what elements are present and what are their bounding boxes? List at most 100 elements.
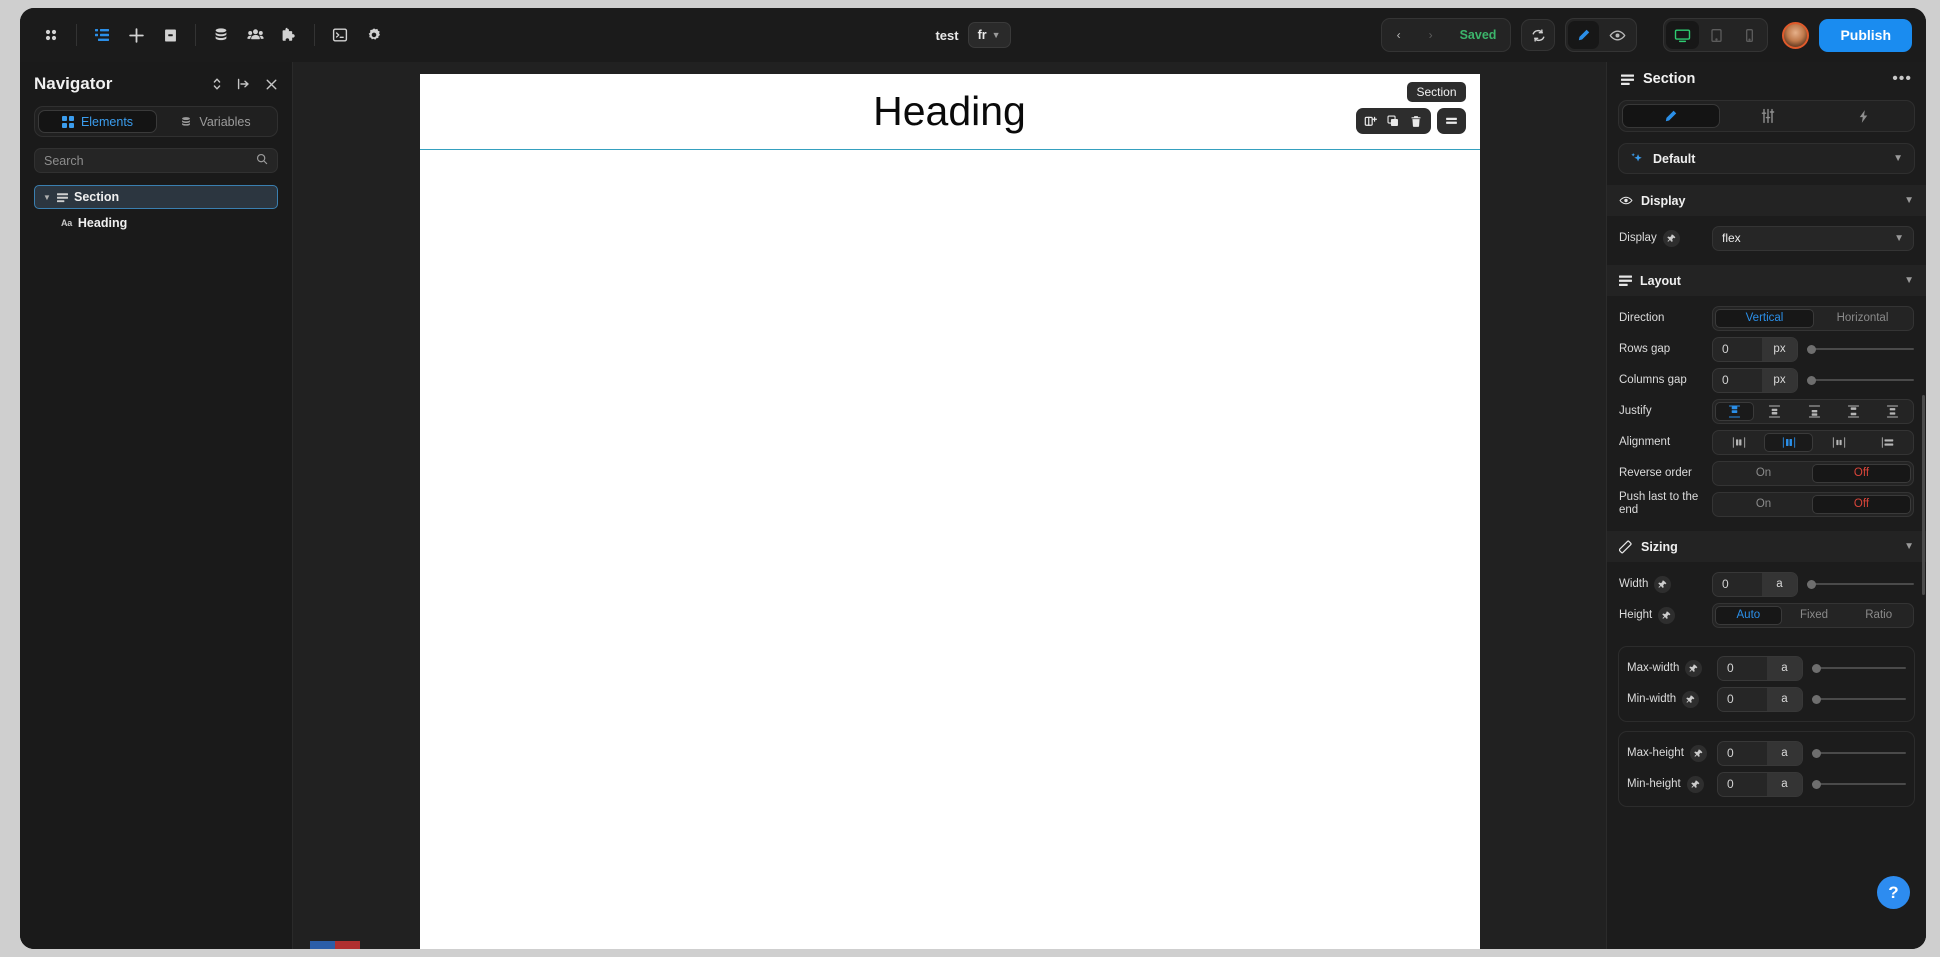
chevron-down-icon[interactable]: ▼ [1904, 541, 1914, 552]
max-width-unit[interactable]: a [1767, 656, 1802, 680]
bind-variable-icon[interactable] [1685, 659, 1703, 677]
justify-start-icon[interactable] [1715, 401, 1755, 421]
apps-grid-icon[interactable] [34, 18, 68, 52]
width-slider[interactable] [1807, 575, 1914, 593]
inspector-more-icon[interactable]: ••• [1892, 71, 1912, 87]
push-last-off[interactable]: Off [1812, 494, 1911, 514]
min-width-unit[interactable]: a [1767, 687, 1802, 711]
refresh-icon[interactable] [1521, 19, 1556, 51]
max-height-slider[interactable] [1812, 744, 1906, 762]
pages-icon[interactable] [153, 18, 187, 52]
inspector-scroll-area[interactable]: Display ▼ Display flex ▼ Layout ▼ Direct… [1607, 185, 1926, 949]
bind-variable-icon[interactable] [1654, 575, 1672, 593]
rows-gap-value[interactable]: 0 [1713, 337, 1762, 361]
max-height-value[interactable]: 0 [1718, 741, 1767, 765]
canvas-heading[interactable]: Heading [420, 74, 1480, 135]
navigator-panel-icon[interactable] [85, 18, 119, 52]
search-box[interactable] [34, 148, 278, 173]
database-icon[interactable] [204, 18, 238, 52]
help-button[interactable]: ? [1877, 876, 1910, 909]
min-height-value[interactable]: 0 [1718, 772, 1767, 796]
sort-toggle-icon[interactable] [211, 77, 223, 91]
add-element-icon[interactable] [119, 18, 153, 52]
undo-button[interactable]: ‹ [1384, 21, 1414, 49]
bind-variable-icon[interactable] [1682, 690, 1700, 708]
width-value[interactable]: 0 [1713, 572, 1762, 596]
reverse-order-on[interactable]: On [1715, 464, 1812, 483]
bind-variable-icon[interactable] [1689, 744, 1707, 762]
reverse-order-off[interactable]: Off [1812, 463, 1911, 483]
tablet-view-button[interactable] [1701, 21, 1732, 49]
max-height-unit[interactable]: a [1767, 741, 1802, 765]
edit-mode-button[interactable] [1568, 21, 1600, 49]
min-width-value[interactable]: 0 [1718, 687, 1767, 711]
settings-gear-icon[interactable] [357, 18, 391, 52]
redo-button[interactable]: › [1416, 21, 1446, 49]
columns-gap-unit[interactable]: px [1762, 368, 1797, 392]
max-height-field[interactable]: 0 a [1717, 740, 1803, 766]
columns-gap-field[interactable]: 0 px [1712, 367, 1798, 393]
bind-variable-icon[interactable] [1658, 606, 1676, 624]
max-width-slider[interactable] [1812, 659, 1906, 677]
tree-item-heading[interactable]: Aa Heading [34, 211, 278, 235]
direction-horizontal[interactable]: Horizontal [1814, 309, 1911, 328]
page-canvas[interactable]: Heading Section [419, 74, 1480, 949]
section-header-sizing[interactable]: Sizing ▼ [1607, 531, 1926, 562]
min-height-slider[interactable] [1812, 775, 1906, 793]
justify-around-icon[interactable] [1874, 402, 1911, 421]
height-ratio[interactable]: Ratio [1846, 606, 1911, 625]
plugins-icon[interactable] [272, 18, 306, 52]
height-fixed[interactable]: Fixed [1782, 606, 1847, 625]
min-height-unit[interactable]: a [1767, 772, 1802, 796]
justify-between-icon[interactable] [1835, 402, 1872, 421]
rows-gap-slider[interactable] [1807, 340, 1914, 358]
tab-interactions[interactable] [1815, 104, 1911, 128]
preview-mode-button[interactable] [1601, 21, 1634, 49]
tab-variables[interactable]: Variables [157, 110, 274, 133]
max-width-value[interactable]: 0 [1718, 656, 1767, 680]
max-width-field[interactable]: 0 a [1717, 655, 1803, 681]
section-header-display[interactable]: Display ▼ [1607, 185, 1926, 216]
add-child-icon[interactable] [1359, 110, 1382, 132]
chevron-down-icon[interactable]: ▼ [43, 193, 51, 202]
min-width-slider[interactable] [1812, 690, 1906, 708]
push-last-on[interactable]: On [1715, 495, 1812, 514]
bind-variable-icon[interactable] [1686, 775, 1704, 793]
publish-button[interactable]: Publish [1819, 18, 1912, 52]
columns-gap-value[interactable]: 0 [1713, 368, 1762, 392]
desktop-view-button[interactable] [1666, 21, 1700, 49]
duplicate-icon[interactable] [1382, 110, 1405, 132]
align-end-icon[interactable] [1815, 433, 1862, 452]
tab-settings[interactable] [1720, 104, 1816, 128]
min-height-field[interactable]: 0 a [1717, 771, 1803, 797]
columns-gap-slider[interactable] [1807, 371, 1914, 389]
search-input[interactable] [44, 153, 256, 168]
code-icon[interactable] [323, 18, 357, 52]
collapse-all-icon[interactable] [237, 77, 251, 91]
chevron-down-icon[interactable]: ▼ [1904, 195, 1914, 206]
chevron-down-icon[interactable]: ▼ [1904, 275, 1914, 286]
state-selector[interactable]: Default ▼ [1618, 143, 1915, 174]
align-start-icon[interactable] [1715, 433, 1762, 452]
justify-center-icon[interactable] [1756, 402, 1793, 421]
section-header-layout[interactable]: Layout ▼ [1607, 265, 1926, 296]
tab-style[interactable] [1622, 104, 1720, 128]
inspector-scrollbar[interactable] [1922, 395, 1925, 595]
height-auto[interactable]: Auto [1715, 605, 1782, 625]
width-unit[interactable]: a [1762, 572, 1797, 596]
tree-item-section[interactable]: ▼ Section [34, 185, 278, 209]
align-stretch-icon[interactable] [1864, 433, 1911, 452]
rows-gap-field[interactable]: 0 px [1712, 336, 1798, 362]
min-width-field[interactable]: 0 a [1717, 686, 1803, 712]
bind-variable-icon[interactable] [1662, 229, 1680, 247]
tab-elements[interactable]: Elements [38, 110, 157, 133]
width-field[interactable]: 0 a [1712, 571, 1798, 597]
avatar[interactable] [1782, 21, 1810, 49]
justify-end-icon[interactable] [1795, 402, 1832, 421]
language-selector[interactable]: fr ▼ [967, 22, 1011, 48]
layout-options-icon[interactable] [1440, 110, 1463, 132]
close-panel-icon[interactable] [265, 78, 278, 91]
align-center-icon[interactable] [1764, 432, 1813, 452]
delete-icon[interactable] [1405, 110, 1428, 132]
direction-vertical[interactable]: Vertical [1715, 308, 1814, 328]
